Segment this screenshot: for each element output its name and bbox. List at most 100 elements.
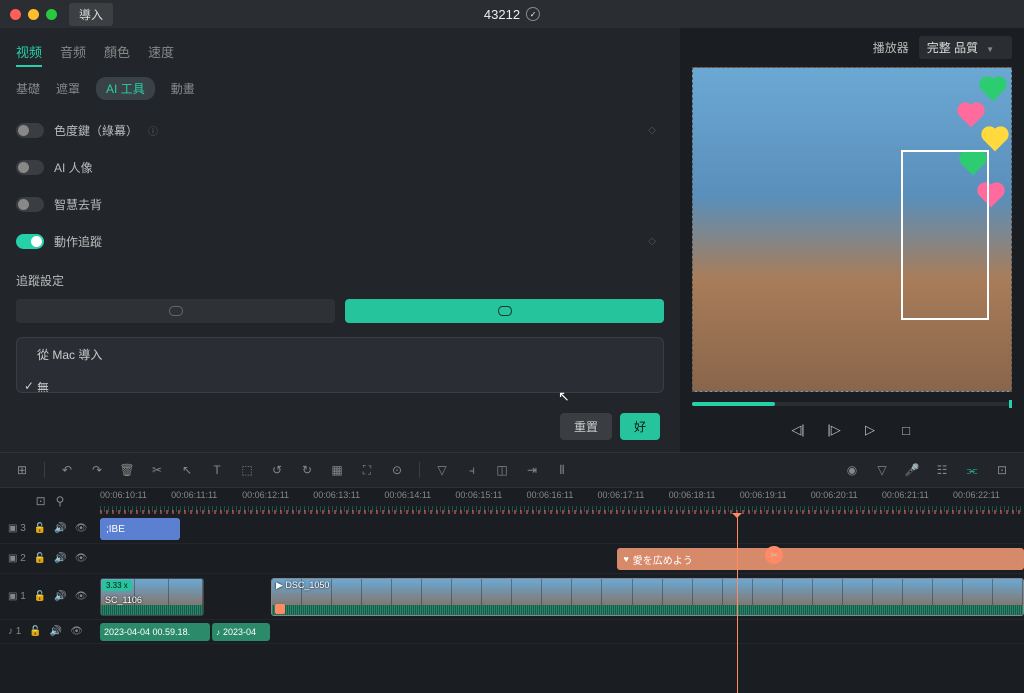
- visibility-icon[interactable]: 👁: [75, 553, 88, 564]
- split-tool[interactable]: ⫞: [464, 462, 480, 478]
- import-button[interactable]: 導入: [69, 3, 113, 26]
- maximize-window[interactable]: [46, 9, 57, 20]
- smart-bg-label: 智慧去背: [54, 196, 102, 213]
- track-head-2: ▣ 2 🔓 🔊 👁: [0, 544, 100, 573]
- rotate-cw[interactable]: ↻: [299, 462, 315, 478]
- tab-speed[interactable]: 速度: [148, 38, 174, 67]
- tab-video[interactable]: 视频: [16, 38, 42, 67]
- main-tabs: 视频 音频 顏色 速度: [0, 30, 680, 67]
- tracking-show-button[interactable]: [345, 299, 664, 323]
- toggle-chroma-key[interactable]: [16, 123, 44, 138]
- next-frame-button[interactable]: |▷: [824, 420, 844, 440]
- adjust-tool[interactable]: ⫴: [554, 462, 570, 478]
- info-icon[interactable]: ⓘ: [148, 123, 158, 138]
- mute-icon[interactable]: 🔊: [54, 591, 66, 602]
- track-link-icon[interactable]: ⚲: [56, 494, 65, 508]
- magnet-tool[interactable]: ⊙: [389, 462, 405, 478]
- mute-icon[interactable]: 🔊: [54, 553, 66, 564]
- minimize-window[interactable]: [28, 9, 39, 20]
- scrubber[interactable]: [692, 402, 1012, 406]
- clip-dsc-1050[interactable]: ▶ DSC_1050: [271, 578, 1024, 616]
- toggle-ai-portrait[interactable]: [16, 160, 44, 175]
- sub-tabs: 基礎 遮罩 AI 工具 動畫: [0, 67, 680, 108]
- track-head-3: ▣ 3 🔓 🔊 👁: [0, 514, 100, 543]
- marker-tool[interactable]: ▽: [434, 462, 450, 478]
- expand-tool[interactable]: ⛶: [359, 462, 375, 478]
- grid-icon[interactable]: ⊡: [994, 462, 1010, 478]
- close-window[interactable]: [10, 9, 21, 20]
- toggle-motion-tracking[interactable]: [16, 234, 44, 249]
- mute-icon[interactable]: 🔊: [54, 523, 66, 534]
- undo-button[interactable]: ↶: [59, 462, 75, 478]
- subtab-ai-tools[interactable]: AI 工具: [96, 77, 155, 100]
- subtab-mask[interactable]: 遮罩: [56, 80, 80, 97]
- group-tool[interactable]: ◫: [494, 462, 510, 478]
- mic-icon[interactable]: 🎤: [904, 462, 920, 478]
- player-label: 播放器: [873, 39, 909, 56]
- visibility-icon[interactable]: 👁: [70, 626, 83, 637]
- link-icon[interactable]: ⫘: [964, 462, 980, 478]
- tab-color[interactable]: 顏色: [104, 38, 130, 67]
- cut-button[interactable]: ✂: [149, 462, 165, 478]
- keyframe-icon[interactable]: ◇: [648, 125, 656, 136]
- playhead[interactable]: [737, 514, 738, 693]
- audio-clip-2[interactable]: ♪2023-04: [212, 623, 270, 641]
- track-head-1: ▣ 1 🔓 🔊 👁: [0, 574, 100, 619]
- dropdown-import-from-mac[interactable]: 從 Mac 導入: [17, 338, 663, 371]
- reset-button[interactable]: 重置: [560, 413, 612, 440]
- visibility-icon[interactable]: 👁: [75, 591, 88, 602]
- tracking-settings-label: 追蹤設定: [0, 264, 680, 293]
- timeline-toolbar: ⊞ ↶ ↷ 🗑 ✂ ↖ T ⬚ ↺ ↻ ▦ ⛶ ⊙ ▽ ⫞ ◫ ⇥ ⫴ ◉ ▽ …: [0, 452, 1024, 488]
- layout-icon[interactable]: ⊞: [14, 462, 30, 478]
- clip-ibe[interactable]: ;IBE: [100, 518, 180, 540]
- lock-icon[interactable]: 🔓: [29, 626, 41, 637]
- text-tool[interactable]: T: [209, 462, 225, 478]
- audio-track-head: ♪ 1 🔓 🔊 👁: [0, 620, 100, 643]
- video-preview[interactable]: [692, 67, 1012, 392]
- subtab-animation[interactable]: 動畫: [171, 80, 195, 97]
- crop-tool[interactable]: ⬚: [239, 462, 255, 478]
- quality-selector[interactable]: 完整 品質▼: [919, 36, 1012, 59]
- chevron-down-icon: ▼: [986, 45, 994, 54]
- timeline: ⊡ ⚲ 00:06:10:1100:06:11:1100:06:12:1100:…: [0, 488, 1024, 693]
- stop-button[interactable]: □: [896, 420, 916, 440]
- rotate-ccw[interactable]: ↺: [269, 462, 285, 478]
- tracking-hide-button[interactable]: [16, 299, 335, 323]
- motion-tracking-label: 動作追蹤: [54, 233, 102, 250]
- project-title: 43212 ✓: [484, 7, 540, 22]
- shield-icon[interactable]: ▽: [874, 462, 890, 478]
- tracking-box[interactable]: [901, 150, 989, 320]
- heart-icon: ♥: [623, 554, 628, 564]
- clip-sc-1106[interactable]: 3.33 x SC_1106: [100, 578, 204, 616]
- cloud-sync-icon: ✓: [526, 7, 540, 21]
- mixer-icon[interactable]: ☷: [934, 462, 950, 478]
- effect-badge-icon: [275, 604, 285, 614]
- mute-icon[interactable]: 🔊: [50, 626, 62, 637]
- keyframe-icon[interactable]: ◇: [648, 236, 656, 247]
- audio-clip-1[interactable]: 2023-04-04 00.59.18.: [100, 623, 210, 641]
- titlebar: 導入 43212 ✓: [0, 0, 1024, 28]
- visibility-icon[interactable]: 👁: [75, 523, 88, 534]
- clip-spread-love[interactable]: ♥愛を広めよう: [617, 548, 1024, 570]
- select-tool[interactable]: ↖: [179, 462, 195, 478]
- lock-icon[interactable]: 🔓: [34, 591, 46, 602]
- inspector-panel: 视频 音频 顏色 速度 基礎 遮罩 AI 工具 動畫 色度鍵（綠幕） ⓘ ◇ A…: [0, 28, 680, 452]
- player-panel: 播放器 完整 品質▼ ◁| |▷ ▷ □: [680, 28, 1024, 452]
- ok-button[interactable]: 好: [620, 413, 660, 440]
- subtab-basic[interactable]: 基礎: [16, 80, 40, 97]
- align-tool[interactable]: ⇥: [524, 462, 540, 478]
- track-collapse-icon[interactable]: ⊡: [36, 494, 46, 508]
- render-icon[interactable]: ◉: [844, 462, 860, 478]
- redo-button[interactable]: ↷: [89, 462, 105, 478]
- toggle-smart-bg-remove[interactable]: [16, 197, 44, 212]
- prev-frame-button[interactable]: ◁|: [788, 420, 808, 440]
- delete-button[interactable]: 🗑: [119, 462, 135, 478]
- tab-audio[interactable]: 音频: [60, 38, 86, 67]
- play-button[interactable]: ▷: [860, 420, 880, 440]
- effects-tool[interactable]: ▦: [329, 462, 345, 478]
- lock-icon[interactable]: 🔓: [34, 553, 46, 564]
- lock-icon[interactable]: 🔓: [34, 523, 46, 534]
- timeline-ruler[interactable]: 00:06:10:1100:06:11:1100:06:12:1100:06:1…: [100, 488, 1024, 514]
- music-icon: ♪: [216, 628, 220, 637]
- dropdown-none[interactable]: 無: [17, 371, 663, 393]
